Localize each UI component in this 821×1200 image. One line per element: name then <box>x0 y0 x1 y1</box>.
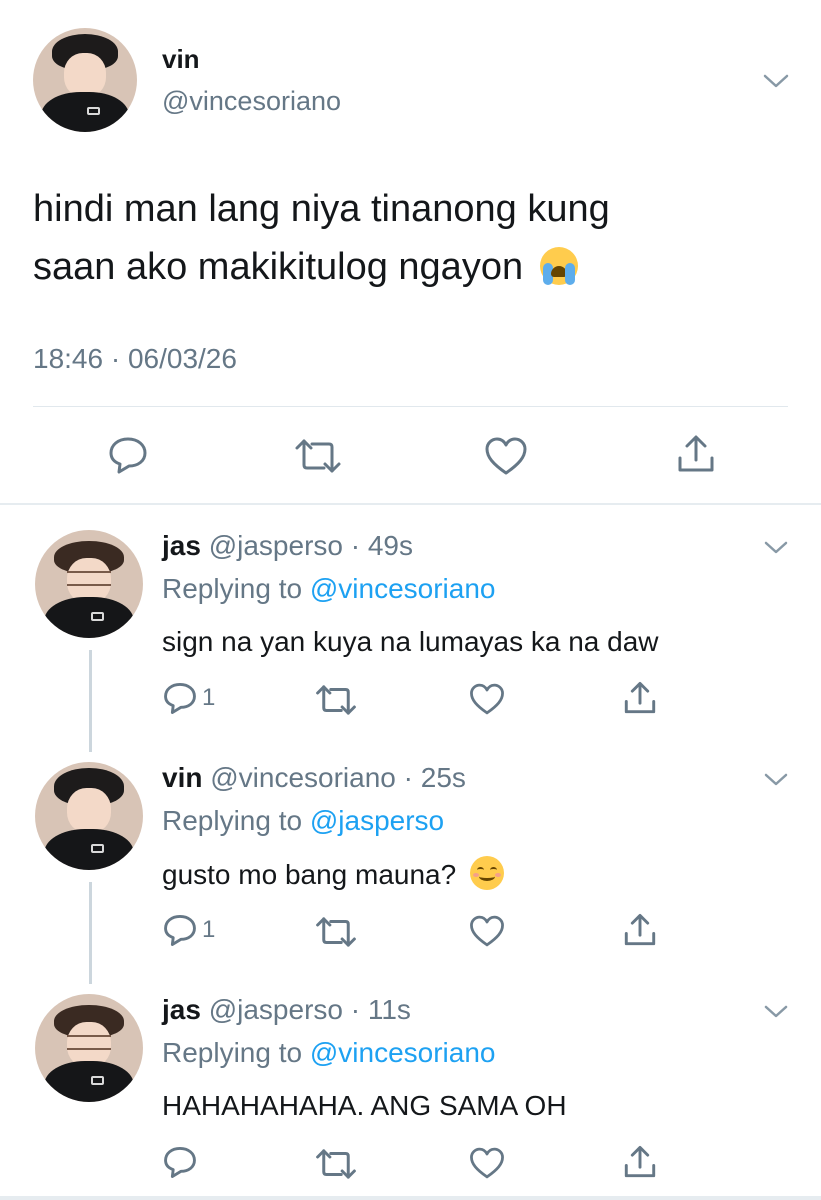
chevron-down-icon[interactable] <box>762 72 790 90</box>
reply-author-line: jas @jasperso · 11s <box>162 994 411 1026</box>
avatar-jacket <box>43 1060 135 1102</box>
reply-author-name[interactable]: jas <box>162 530 201 561</box>
tweet-text-line-2-text: saan ako makikitulog ngayon <box>33 246 524 288</box>
reply-tweet-1[interactable]: jas @jasperso · 49s Replying to @vinceso… <box>0 505 821 737</box>
like-icon[interactable] <box>469 914 505 948</box>
reply-icon <box>164 914 196 946</box>
reply-tweet-2[interactable]: vin @vincesoriano · 25s Replying to @jas… <box>0 737 821 969</box>
tweet-timestamp[interactable]: 18:46 · 06/03/26 <box>33 343 237 375</box>
reply-icon <box>164 682 196 714</box>
replying-to-handle-link[interactable]: @vincesoriano <box>310 573 496 604</box>
bottom-divider <box>0 1196 821 1200</box>
reply-author-meta[interactable]: @jasperso · 49s <box>209 530 413 561</box>
crying-face-emoji-icon <box>539 247 578 285</box>
tweet-text-line-2: saan ako makikitulog ngayon <box>33 238 733 296</box>
avatar-vin[interactable] <box>33 28 137 132</box>
reply-author-line: vin @vincesoriano · 25s <box>162 762 466 794</box>
tweet-text: hindi man lang niya tinanong kung saan a… <box>33 180 733 296</box>
reply-button[interactable]: 1 <box>162 913 215 947</box>
retweet-icon[interactable] <box>315 683 357 717</box>
reply-author-line: jas @jasperso · 49s <box>162 530 413 562</box>
chevron-down-icon[interactable] <box>763 540 789 556</box>
reply-icon <box>164 1146 196 1178</box>
avatar-jas[interactable] <box>35 994 143 1102</box>
avatar-face <box>64 52 106 97</box>
divider <box>33 406 788 407</box>
avatar-jacket <box>43 828 135 870</box>
reply-tweet-3[interactable]: jas @jasperso · 11s Replying to @vinceso… <box>0 969 821 1196</box>
avatar-vin[interactable] <box>35 762 143 870</box>
retweet-icon[interactable] <box>315 915 357 949</box>
reply-text-content: gusto mo bang mauna? <box>162 859 457 890</box>
share-icon[interactable] <box>622 1144 658 1180</box>
share-icon[interactable] <box>622 912 658 948</box>
replying-to-handle-link[interactable]: @vincesoriano <box>310 1037 496 1068</box>
replying-to-handle-link[interactable]: @jasperso <box>310 805 444 836</box>
reply-icon[interactable] <box>107 435 149 475</box>
avatar-face <box>67 787 111 834</box>
replying-to: Replying to @vincesoriano <box>162 1037 496 1069</box>
reply-author-name[interactable]: vin <box>162 762 202 793</box>
like-icon[interactable] <box>484 436 528 476</box>
like-icon[interactable] <box>469 682 505 716</box>
reply-button[interactable] <box>162 1145 198 1179</box>
avatar-jacket <box>41 92 129 132</box>
avatar-jacket <box>43 596 135 638</box>
team-logo-icon <box>91 1076 105 1085</box>
retweet-icon[interactable] <box>294 437 342 475</box>
tweet-text-line-1: hindi man lang niya tinanong kung <box>33 188 610 230</box>
replying-to-label: Replying to <box>162 573 303 604</box>
replying-to: Replying to @jasperso <box>162 805 444 837</box>
reply-author-meta[interactable]: @jasperso · 11s <box>209 994 411 1025</box>
reply-text: HAHAHAHAHA. ANG SAMA OH <box>162 1090 567 1121</box>
chevron-down-icon[interactable] <box>763 772 789 788</box>
share-icon[interactable] <box>622 680 658 716</box>
team-logo-icon <box>87 107 100 116</box>
reply-text: gusto mo bang mauna? <box>162 856 504 891</box>
replying-to: Replying to @vincesoriano <box>162 573 496 605</box>
reply-text: sign na yan kuya na lumayas ka na daw <box>162 626 659 657</box>
smiling-face-emoji-icon <box>470 856 504 890</box>
reply-button[interactable]: 1 <box>162 681 215 715</box>
reply-count: 1 <box>202 916 216 943</box>
author-name[interactable]: vin <box>162 44 200 75</box>
retweet-icon[interactable] <box>315 1147 357 1181</box>
reply-author-name[interactable]: jas <box>162 994 201 1025</box>
main-tweet: vin @vincesoriano hindi man lang niya ti… <box>0 0 821 503</box>
reply-count: 1 <box>202 684 216 711</box>
author-handle[interactable]: @vincesoriano <box>162 86 341 117</box>
like-icon[interactable] <box>469 1146 505 1180</box>
team-logo-icon <box>91 844 105 853</box>
chevron-down-icon[interactable] <box>763 1004 789 1020</box>
avatar-jas[interactable] <box>35 530 143 638</box>
reply-author-meta[interactable]: @vincesoriano · 25s <box>210 762 466 793</box>
share-icon[interactable] <box>675 433 717 475</box>
replying-to-label: Replying to <box>162 805 303 836</box>
replying-to-label: Replying to <box>162 1037 303 1068</box>
team-logo-icon <box>91 612 105 621</box>
